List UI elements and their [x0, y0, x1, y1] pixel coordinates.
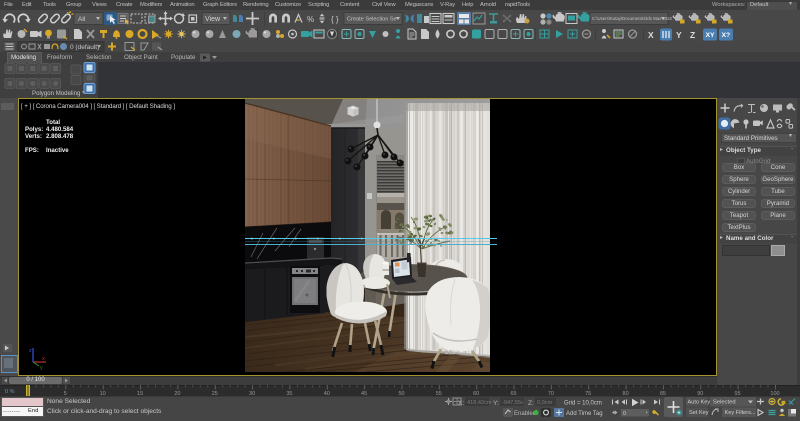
- svg-text:Key Filters...: Key Filters...: [725, 410, 757, 416]
- svg-text:0 %: 0 %: [5, 389, 15, 395]
- svg-text:All: All: [78, 16, 86, 23]
- svg-text:{ }: { }: [331, 15, 339, 24]
- svg-text:0: 0: [623, 411, 626, 417]
- svg-text:Z: Z: [690, 30, 695, 40]
- svg-text:Z:: Z:: [528, 400, 534, 407]
- svg-text:y: y: [40, 365, 43, 370]
- svg-text:Auto Key: Auto Key: [688, 400, 711, 406]
- svg-text:0 (default): 0 (default): [70, 44, 99, 51]
- svg-text:X?: X?: [722, 32, 731, 39]
- svg-text:0,0cm: 0,0cm: [537, 400, 553, 406]
- svg-text:Create Selection Se: Create Selection Se: [347, 17, 397, 23]
- svg-text:-947,55c: -947,55c: [502, 400, 524, 406]
- svg-text:XY: XY: [706, 32, 716, 39]
- svg-text:3: 3: [285, 18, 288, 23]
- svg-text:View: View: [205, 16, 221, 23]
- svg-text:Grid = 10,0cm: Grid = 10,0cm: [564, 401, 602, 407]
- svg-text:Y:: Y:: [493, 400, 499, 407]
- svg-text:418,42cm: 418,42cm: [467, 400, 492, 406]
- svg-text:X:: X:: [458, 400, 464, 407]
- svg-text:z: z: [29, 348, 32, 354]
- svg-text:x: x: [42, 356, 45, 362]
- svg-text:Set Key: Set Key: [689, 410, 709, 416]
- svg-text:Add Time Tag: Add Time Tag: [566, 411, 603, 417]
- svg-text:C:\Users\Kutay\Documents\3ds M: C:\Users\Kutay\Documents\3ds Max 2022: [592, 16, 673, 21]
- svg-text:Y: Y: [676, 30, 682, 40]
- svg-text:2: 2: [272, 18, 275, 23]
- svg-text:X: X: [648, 30, 654, 40]
- svg-text:%: %: [307, 15, 314, 24]
- svg-text:Selected: Selected: [713, 400, 736, 406]
